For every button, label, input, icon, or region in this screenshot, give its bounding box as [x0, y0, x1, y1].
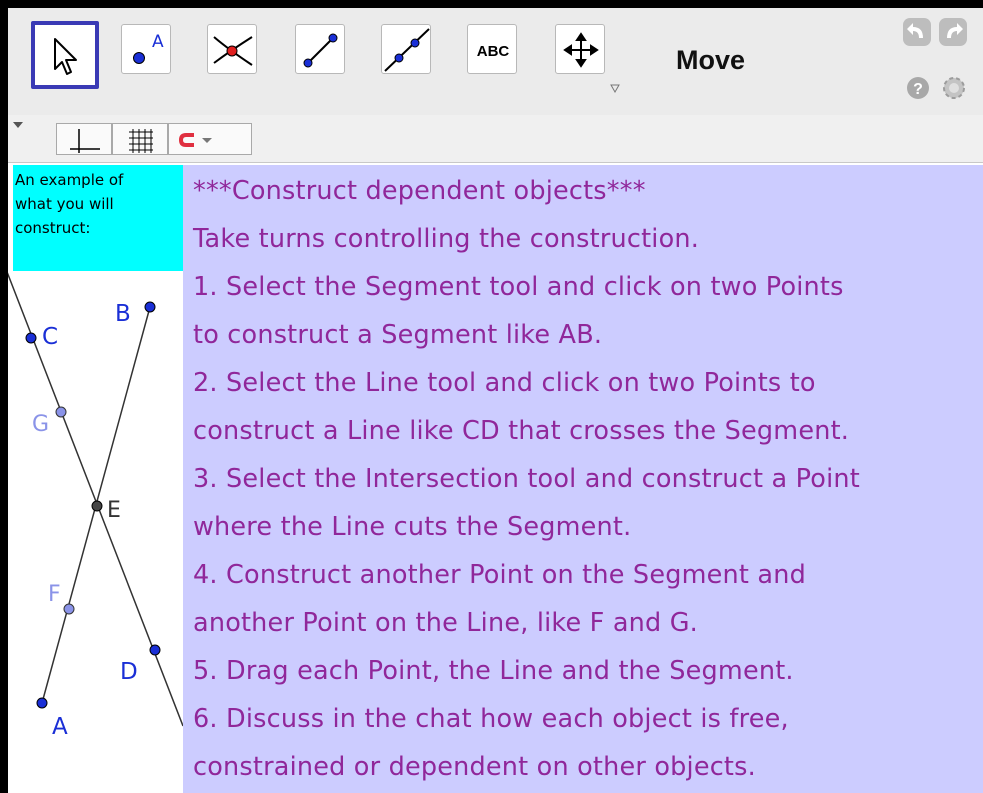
point-capturing-icon — [178, 133, 212, 147]
point-g[interactable] — [55, 406, 67, 418]
point-f-label: F — [48, 582, 61, 607]
instruction-line: construct a Line like CD that crosses th… — [193, 416, 850, 446]
corner-controls: ? — [903, 18, 967, 99]
settings-gear-icon[interactable] — [943, 77, 965, 99]
point-e-label: E — [107, 498, 121, 523]
instruction-line: 2. Select the Line tool and click on two… — [193, 368, 816, 398]
point-d-label: D — [120, 659, 138, 685]
text-icon: ABC — [477, 43, 510, 60]
point-c-label: C — [42, 324, 58, 350]
point-a[interactable] — [36, 697, 48, 709]
arrow-cursor-icon — [54, 38, 77, 75]
toolbar: A ABC Move ? — [8, 8, 983, 116]
line-tool-button[interactable] — [381, 24, 431, 74]
point-d[interactable] — [149, 644, 161, 656]
geogebra-app: A ABC Move ? An example of what you will… — [8, 8, 983, 793]
instruction-line: 5. Drag each Point, the Line and the Seg… — [193, 656, 794, 686]
point-e[interactable] — [91, 500, 103, 512]
instruction-line: 3. Select the Intersection tool and cons… — [193, 464, 860, 494]
example-caption: An example of what you will construct: — [13, 165, 183, 271]
instruction-line: another Point on the Line, like F and G. — [193, 608, 698, 638]
help-icon[interactable]: ? — [907, 77, 929, 99]
svg-text:?: ? — [913, 81, 923, 98]
point-g-label: G — [32, 412, 49, 437]
svg-text:A: A — [152, 32, 164, 52]
example-caption-line: what you will — [15, 195, 114, 213]
point-b[interactable] — [144, 301, 156, 313]
text-tool-button[interactable]: ABC — [467, 24, 517, 74]
instruction-line: constrained or dependent on other object… — [193, 752, 756, 782]
show-axes-icon — [70, 129, 100, 153]
mode-label: Move — [676, 45, 746, 75]
show-grid-button[interactable] — [112, 123, 168, 155]
point-c[interactable] — [25, 332, 37, 344]
undo-icon[interactable] — [903, 18, 931, 46]
show-grid-icon — [129, 129, 153, 153]
point-icon: A — [133, 32, 164, 64]
move-graphics-icon — [563, 32, 620, 94]
point-capturing-button[interactable] — [168, 123, 252, 155]
segment-icon — [303, 33, 338, 68]
example-construction[interactable]: A B C D E F G — [8, 271, 183, 793]
example-caption-line: construct: — [15, 219, 91, 237]
instruction-line: 1. Select the Segment tool and click on … — [193, 272, 844, 302]
point-a-label: A — [52, 714, 68, 740]
instruction-line: where the Line cuts the Segment. — [193, 512, 632, 542]
segment-tool-button[interactable] — [295, 24, 345, 74]
example-caption-line: An example of — [15, 171, 124, 189]
instructions-text: ***Construct dependent objects*** Take t… — [183, 165, 983, 793]
stylebar-toggle-icon[interactable] — [12, 120, 24, 130]
instruction-line: 6. Discuss in the chat how each object i… — [193, 704, 789, 734]
instruction-line: to construct a Segment like AB. — [193, 320, 603, 350]
instruction-line: ***Construct dependent objects*** — [193, 176, 646, 206]
show-axes-button[interactable] — [56, 123, 112, 155]
instruction-line: 4. Construct another Point on the Segmen… — [193, 560, 806, 590]
intersect-tool-button[interactable] — [207, 24, 257, 74]
redo-icon[interactable] — [939, 18, 967, 46]
svg-text:ABC: ABC — [477, 43, 510, 60]
point-b-label: B — [115, 301, 131, 327]
point-tool-button[interactable]: A — [121, 24, 171, 74]
point-f[interactable] — [63, 603, 75, 615]
move-graphics-tool-button[interactable] — [555, 24, 620, 94]
instruction-line: Take turns controlling the construction. — [193, 224, 700, 254]
intersect-icon — [213, 36, 253, 66]
style-bar — [8, 115, 983, 163]
line-icon — [384, 28, 430, 72]
move-tool-button[interactable] — [31, 21, 99, 89]
